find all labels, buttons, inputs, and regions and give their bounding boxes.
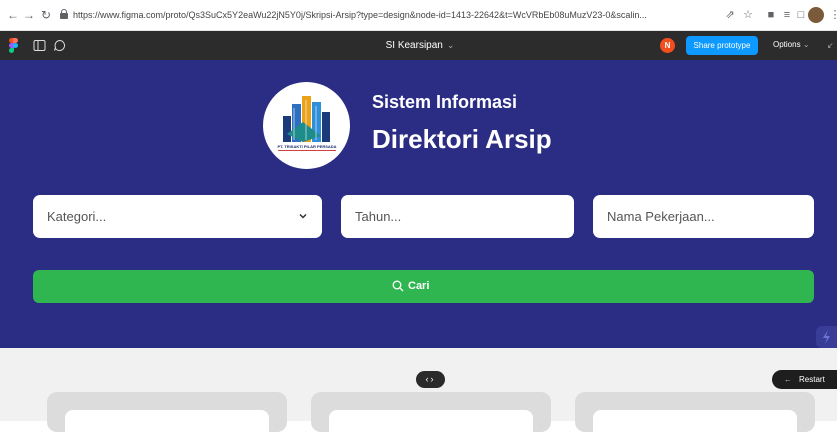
profile-icon[interactable] xyxy=(808,7,824,23)
nama-pekerjaan-field[interactable]: Nama Pekerjaan... xyxy=(593,195,814,238)
restart-button[interactable]: ← Restart xyxy=(772,370,837,389)
hero-title-line1: Sistem Informasi xyxy=(372,92,518,112)
reload-icon[interactable]: ↻ xyxy=(39,8,53,22)
search-icon xyxy=(392,280,404,292)
lock-icon[interactable] xyxy=(60,9,68,19)
side-tool-tab[interactable] xyxy=(816,326,837,348)
next-icon[interactable]: › xyxy=(431,374,436,384)
cari-button[interactable]: Cari xyxy=(33,270,814,303)
kategori-placeholder: Kategori... xyxy=(47,209,107,224)
kategori-select[interactable]: Kategori... xyxy=(33,195,322,238)
buildings-icon xyxy=(283,96,330,142)
chevron-down-icon xyxy=(299,213,307,219)
extensions-icon[interactable]: ■ xyxy=(764,8,778,22)
reading-list-icon[interactable]: ≡ xyxy=(780,8,794,22)
bolt-icon xyxy=(823,330,830,344)
nama-pekerjaan-placeholder: Nama Pekerjaan... xyxy=(607,209,715,224)
card-2-inner[interactable] xyxy=(329,410,533,440)
tahun-placeholder: Tahun... xyxy=(355,209,402,224)
chevron-down-icon: ⌄ xyxy=(446,40,455,50)
back-icon[interactable]: ← xyxy=(6,8,20,22)
file-title[interactable]: SI Kearsipan ⌄ xyxy=(340,40,500,51)
logo-caption: PT. TRISAKTI PILAR PERSADA xyxy=(277,144,337,149)
side-panel-icon[interactable]: □ xyxy=(794,8,808,22)
more-icon[interactable]: ⋮ xyxy=(828,8,837,22)
restart-arrow-icon: ← xyxy=(784,375,792,384)
figma-logo-icon[interactable] xyxy=(9,38,18,53)
share-icon[interactable]: ⇗ xyxy=(723,8,737,22)
forward-icon[interactable]: → xyxy=(22,8,36,22)
hero-title-line2: Direktori Arsip xyxy=(372,124,552,154)
company-logo xyxy=(263,82,350,169)
avatar[interactable]: N xyxy=(660,38,675,53)
star-icon[interactable]: ☆ xyxy=(741,8,755,22)
card-3-inner[interactable] xyxy=(593,410,797,440)
options-menu[interactable]: Options ⌄ xyxy=(773,40,810,49)
card-1-inner[interactable] xyxy=(65,410,269,440)
url-text[interactable]: https://www.figma.com/proto/Qs3SuCx5Y2ea… xyxy=(73,9,713,21)
prototype-pager[interactable]: ‹› xyxy=(416,371,445,388)
browser-toolbar: ← → ↻ https://www.figma.com/proto/Qs3SuC… xyxy=(0,0,837,31)
tahun-field[interactable]: Tahun... xyxy=(341,195,574,238)
expand-icon[interactable]: ↙ xyxy=(827,41,834,50)
sidebar-toggle-icon[interactable] xyxy=(33,39,46,52)
logo-divider xyxy=(278,150,336,151)
cari-label: Cari xyxy=(408,280,430,292)
comment-icon[interactable] xyxy=(53,39,66,52)
share-prototype-button[interactable]: Share prototype xyxy=(686,36,758,55)
